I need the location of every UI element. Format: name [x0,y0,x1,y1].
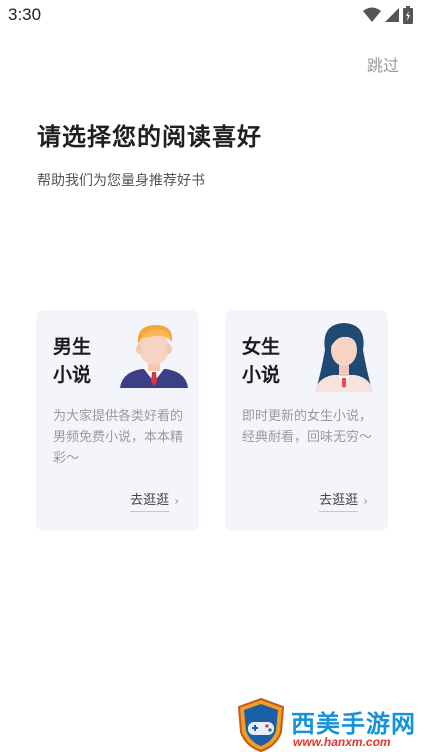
card-title: 男生 小说 [53,333,101,389]
card-title-line1: 男生 [53,336,92,358]
signal-icon [385,8,399,22]
browse-link[interactable]: 去逛逛 › [319,489,368,512]
wifi-icon [363,7,381,22]
card-title-line2: 小说 [242,364,281,386]
watermark-name: 西美手游网 [291,710,416,738]
card-description: 为大家提供各类好看的男频免费小说，本本精彩～ [53,409,184,466]
page-subtitle: 帮助我们为您量身推荐好书 [37,173,205,189]
watermark-url: www.hanxm.com [293,735,391,749]
male-avatar-icon [120,324,188,388]
female-novel-card[interactable]: 女生 小说 即时更新的女生小说，经典耐看，回味无穷～ 去逛逛 › [225,310,388,531]
status-bar: 3:30 [0,0,423,30]
status-icons [363,6,413,24]
male-novel-card[interactable]: 男生 小说 为大家提供各类好看的男频免费小说，本本精彩～ 去逛逛 › [36,310,199,531]
status-time: 3:30 [8,5,42,24]
browse-link-label: 去逛逛 [319,489,359,512]
gamepad-shield-logo-icon [237,698,285,752]
page-title: 请选择您的阅读喜好 [37,123,262,151]
browse-link-label: 去逛逛 [130,489,170,512]
chevron-right-icon: › [174,493,179,508]
card-title-line1: 女生 [242,336,281,358]
chevron-right-icon: › [363,493,368,508]
browse-link[interactable]: 去逛逛 › [130,489,179,512]
skip-button[interactable]: 跳过 [367,52,399,76]
card-title-line2: 小说 [53,364,92,386]
battery-icon [403,6,413,24]
card-title: 女生 小说 [242,333,290,389]
female-avatar-icon [315,323,373,392]
card-description: 即时更新的女生小说，经典耐看，回味无穷～ [242,409,373,445]
site-watermark: 西美手游网 www.hanxm.com [236,698,419,752]
